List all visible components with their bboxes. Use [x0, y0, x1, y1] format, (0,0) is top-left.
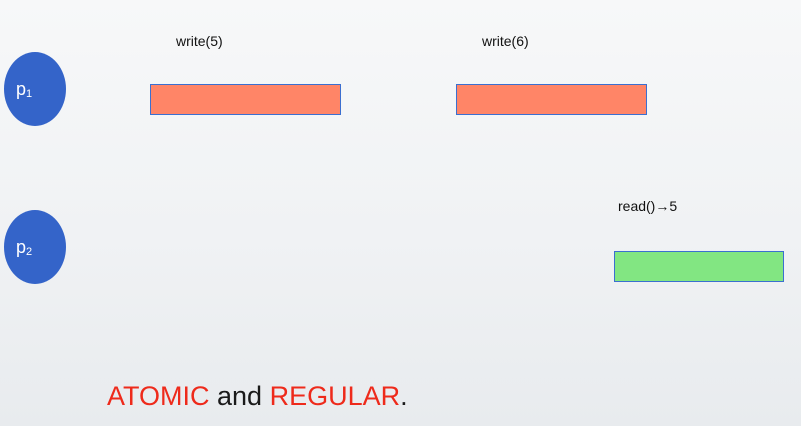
- process-p2-letter: p: [16, 236, 27, 257]
- write-6-label: write(6): [482, 33, 529, 49]
- process-p1-node: p1: [4, 52, 66, 126]
- caption-and: and: [209, 381, 270, 411]
- process-p1-index: 1: [26, 88, 33, 100]
- read-5-interval-bar: [614, 251, 784, 282]
- process-p2-index: 2: [26, 246, 33, 258]
- caption: ATOMIC and REGULAR.: [107, 381, 408, 412]
- read-5-label: read()→5: [618, 198, 678, 214]
- caption-atomic: ATOMIC: [107, 381, 210, 411]
- caption-regular: REGULAR: [269, 381, 401, 411]
- write-5-label: write(5): [176, 33, 223, 49]
- caption-period: .: [400, 381, 408, 411]
- write-5-interval-bar: [150, 84, 341, 115]
- write-6-interval-bar: [456, 84, 647, 115]
- process-p2-node: p2: [4, 210, 66, 284]
- process-p1-letter: p: [16, 78, 27, 99]
